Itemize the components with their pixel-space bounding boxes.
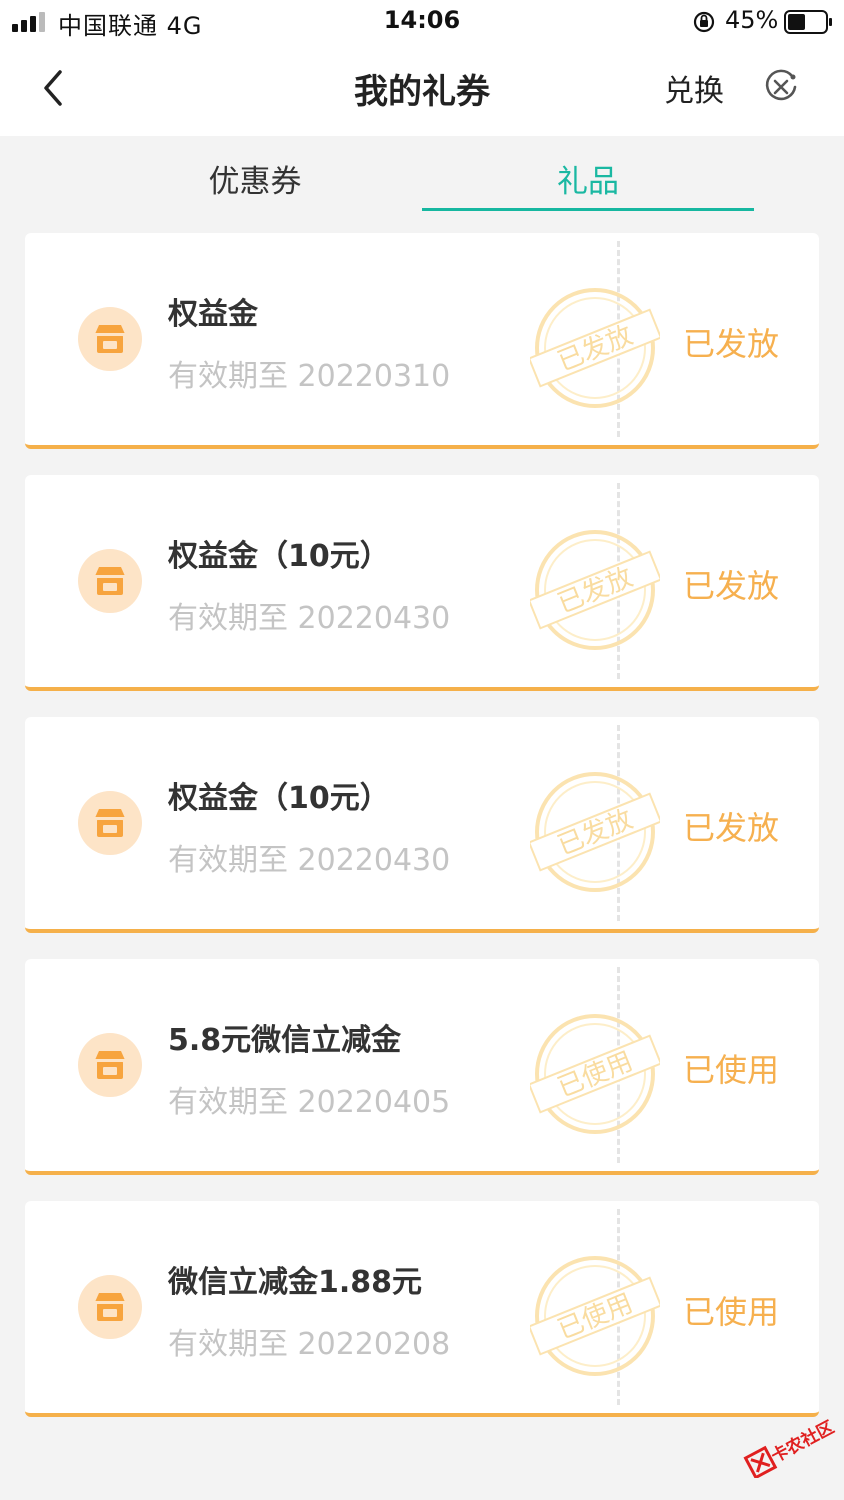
stamp-seal: 已发放 (530, 772, 660, 892)
stamp-text: 已使用 (554, 1288, 638, 1345)
stamp-seal: 已使用 (530, 1014, 660, 1134)
gift-expiry: 有效期至 20220430 (168, 601, 451, 636)
stamp-seal: 已使用 (530, 1256, 660, 1376)
gift-status: 已使用 (683, 1051, 780, 1089)
rotation-lock-icon (693, 11, 715, 33)
watermark-logo: 卡农社区 (743, 1418, 838, 1478)
svg-text:卡农社区: 卡农社区 (768, 1418, 838, 1467)
gift-card[interactable]: 权益金有效期至 20220310 已发放 已发放 (25, 233, 819, 449)
gift-status: 已发放 (683, 809, 780, 847)
gift-expiry: 有效期至 20220430 (168, 843, 451, 878)
nav-bar: 我的礼券 兑换 (0, 44, 844, 136)
active-tab-indicator (422, 208, 754, 211)
gift-expiry: 有效期至 20220405 (168, 1085, 451, 1120)
store-icon (78, 307, 142, 371)
stamp-text: 已使用 (554, 1046, 638, 1103)
tab-coupons[interactable]: 优惠券 (88, 156, 422, 201)
stamp-text: 已发放 (554, 804, 638, 861)
store-icon (78, 791, 142, 855)
gift-card[interactable]: 权益金（10元） 有效期至 20220430 已发放 已发放 (25, 717, 819, 933)
tab-bar: 优惠券 礼品 (0, 136, 844, 222)
status-bar: 中国联通 4G 14:06 45% (0, 0, 844, 44)
gift-name: 权益金 (168, 297, 258, 332)
exchange-button[interactable]: 兑换 (664, 66, 724, 110)
gift-card[interactable]: 权益金（10元） 有效期至 20220430 已发放 已发放 (25, 475, 819, 691)
gift-name: 微信立减金1.88元 (168, 1265, 423, 1300)
close-circle-icon[interactable] (762, 68, 800, 106)
store-icon (78, 1033, 142, 1097)
battery-percent: 45% (725, 6, 779, 34)
gift-name: 5.8元微信立减金 (168, 1023, 402, 1058)
stamp-text: 已发放 (554, 562, 638, 619)
gift-status: 已发放 (683, 567, 780, 605)
stamp-text: 已发放 (554, 320, 638, 377)
gift-status: 已发放 (683, 325, 780, 363)
gift-expiry: 有效期至 20220310 (168, 359, 451, 394)
clock: 14:06 (383, 6, 461, 34)
gift-card[interactable]: 微信立减金1.88元 有效期至 20220208 已使用 已使用 (25, 1201, 819, 1417)
tab-gifts[interactable]: 礼品 (422, 156, 754, 201)
stamp-seal: 已发放 (530, 530, 660, 650)
stamp-seal: 已发放 (530, 288, 660, 408)
store-icon (78, 1275, 142, 1339)
gift-card[interactable]: 5.8元微信立减金有效期至 20220405 已使用 已使用 (25, 959, 819, 1175)
gift-status: 已使用 (683, 1293, 780, 1331)
battery-icon (784, 10, 832, 34)
gift-expiry: 有效期至 20220208 (168, 1327, 451, 1362)
store-icon (78, 549, 142, 613)
gift-name: 权益金（10元） (168, 781, 390, 816)
gift-name: 权益金（10元） (168, 539, 390, 574)
